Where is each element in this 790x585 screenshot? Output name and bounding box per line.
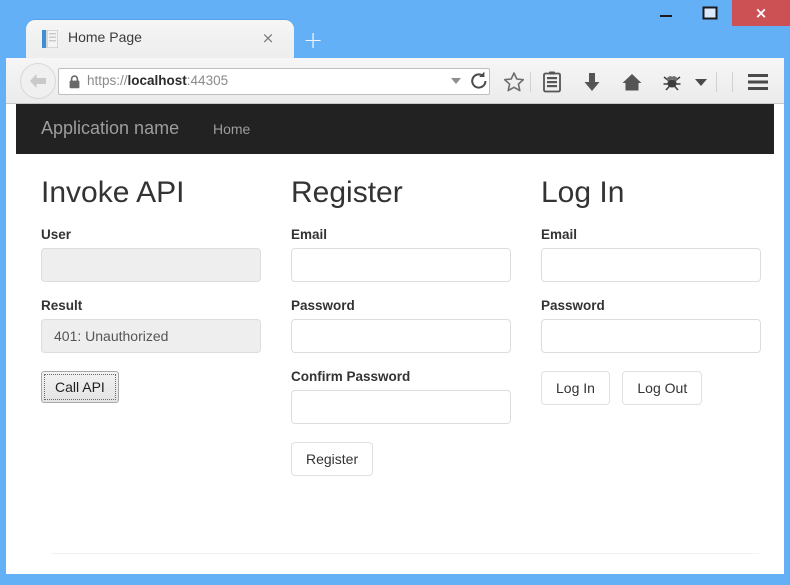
url-bar[interactable]: https://localhost:44305 — [58, 68, 490, 95]
url-dropdown-icon[interactable] — [451, 78, 461, 84]
login-password-input[interactable] — [541, 319, 761, 353]
invoke-api-buttons: Call API — [41, 371, 263, 404]
hamburger-menu-icon[interactable] — [744, 68, 772, 96]
login-password-label: Password — [541, 298, 605, 313]
login-section: Log In Email Password Log In Log Out — [541, 176, 763, 406]
hamburger-glyph — [748, 74, 768, 90]
tab-strip: Home Page × + — [0, 20, 790, 58]
page-viewport: Application name Home Invoke API User Re… — [6, 104, 784, 574]
register-password-input[interactable] — [291, 319, 511, 353]
login-email-input[interactable] — [541, 248, 761, 282]
lock-icon — [69, 75, 80, 89]
register-email-input[interactable] — [291, 248, 511, 282]
star-icon[interactable] — [500, 68, 528, 96]
reader-icon[interactable] — [538, 68, 566, 96]
footer-divider — [51, 553, 759, 554]
result-input[interactable] — [41, 319, 261, 353]
download-icon[interactable] — [578, 68, 606, 96]
register-confirm-password-input[interactable] — [291, 390, 511, 424]
url-port: :44305 — [186, 73, 229, 88]
reader-glyph — [543, 71, 561, 93]
result-label: Result — [41, 298, 83, 313]
navbar-brand[interactable]: Application name — [41, 118, 179, 139]
browser-toolbar: https://localhost:44305 — [6, 58, 784, 104]
home-glyph — [622, 74, 642, 91]
toolbar-separator — [716, 72, 717, 92]
page-content: Invoke API User Result Call API Register… — [16, 154, 774, 574]
reload-button[interactable] — [468, 70, 490, 92]
login-buttons: Log In Log Out — [541, 371, 763, 406]
chevron-down-icon[interactable] — [694, 75, 708, 89]
login-title: Log In — [541, 176, 625, 209]
register-email-label: Email — [291, 227, 328, 242]
back-button[interactable] — [20, 63, 56, 99]
page-document-icon — [42, 30, 58, 48]
toolbar-separator — [530, 72, 531, 92]
log-in-button[interactable]: Log In — [541, 371, 610, 406]
invoke-api-title: Invoke API — [41, 176, 185, 209]
url-scheme: https:// — [87, 73, 128, 88]
download-glyph — [584, 73, 600, 91]
maximize-icon — [702, 6, 718, 20]
tab-close-icon[interactable]: × — [260, 30, 276, 46]
login-email-label: Email — [541, 227, 578, 242]
url-host: localhost — [127, 73, 187, 88]
user-input[interactable] — [41, 248, 261, 282]
register-button[interactable]: Register — [291, 442, 374, 477]
navbar-link-home[interactable]: Home — [213, 121, 250, 137]
register-title: Register — [291, 176, 403, 209]
tab-title: Home Page — [68, 29, 142, 45]
site-navbar: Application name Home — [16, 104, 774, 154]
new-tab-button[interactable]: + — [300, 28, 326, 54]
call-api-button[interactable]: Call API — [41, 371, 119, 404]
star-glyph — [503, 72, 525, 92]
register-password-label: Password — [291, 298, 355, 313]
bug-icon[interactable] — [658, 68, 686, 96]
tab-home-page[interactable]: Home Page × — [26, 20, 294, 58]
reload-icon — [471, 71, 487, 89]
register-buttons: Register — [291, 442, 513, 477]
home-icon[interactable] — [618, 68, 646, 96]
invoke-api-section: Invoke API User Result Call API — [41, 176, 263, 404]
toolbar-separator — [732, 72, 733, 92]
back-arrow-icon — [30, 74, 46, 88]
browser-window: × Home Page × + https://localhost:44305 … — [0, 0, 790, 585]
chevron-down-glyph — [695, 79, 707, 86]
register-section: Register Email Password Confirm Password… — [291, 176, 513, 477]
url-text: https://localhost:44305 — [87, 73, 228, 88]
bug-glyph — [663, 76, 681, 91]
user-label: User — [41, 227, 72, 242]
minimize-icon — [660, 15, 672, 17]
register-confirm-password-label: Confirm Password — [291, 369, 411, 384]
log-out-button[interactable]: Log Out — [622, 371, 703, 406]
